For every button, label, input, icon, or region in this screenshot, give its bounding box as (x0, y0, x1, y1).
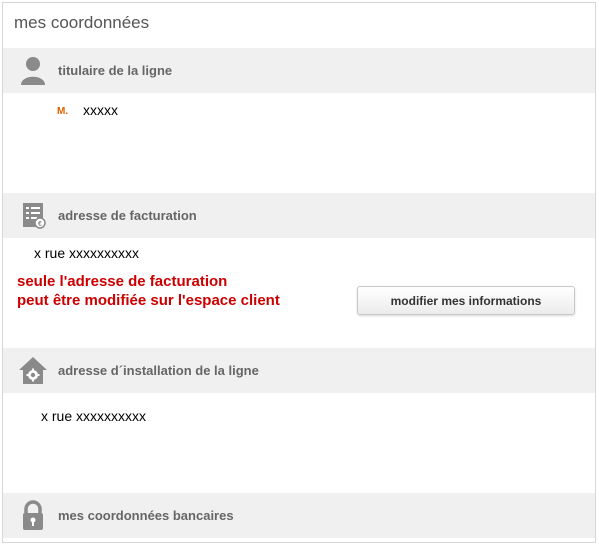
section-label-billing: adresse de facturation (58, 208, 197, 223)
person-icon (21, 57, 45, 85)
section-header-holder: titulaire de la ligne (3, 48, 595, 93)
contact-details-panel: mes coordonnées titulaire de la ligne M.… (2, 2, 596, 543)
billing-notice-line2: peut être modifiée sur l'espace client (17, 292, 280, 309)
edit-information-button[interactable]: modifier mes informations (357, 286, 575, 315)
installation-address: x rue xxxxxxxxxx (41, 408, 147, 424)
section-header-installation: adresse d´installation de la ligne (3, 348, 595, 393)
house-gear-icon (19, 357, 47, 384)
section-header-bank: mes coordonnées bancaires (3, 493, 595, 538)
section-label-installation: adresse d´installation de la ligne (58, 363, 259, 378)
section-label-bank: mes coordonnées bancaires (58, 508, 234, 523)
padlock-icon (23, 500, 43, 530)
billing-notice-line1: seule l'adresse de facturation (17, 273, 228, 290)
civility-label: M. (57, 106, 69, 117)
page-title: mes coordonnées (14, 13, 150, 32)
holder-name: xxxxx (83, 102, 118, 118)
svg-text:€: € (38, 221, 42, 228)
section-label-holder: titulaire de la ligne (58, 63, 173, 78)
invoice-icon: € (23, 203, 46, 229)
section-header-billing: € adresse de facturation (3, 193, 595, 238)
billing-address: x rue xxxxxxxxxx (34, 245, 140, 261)
